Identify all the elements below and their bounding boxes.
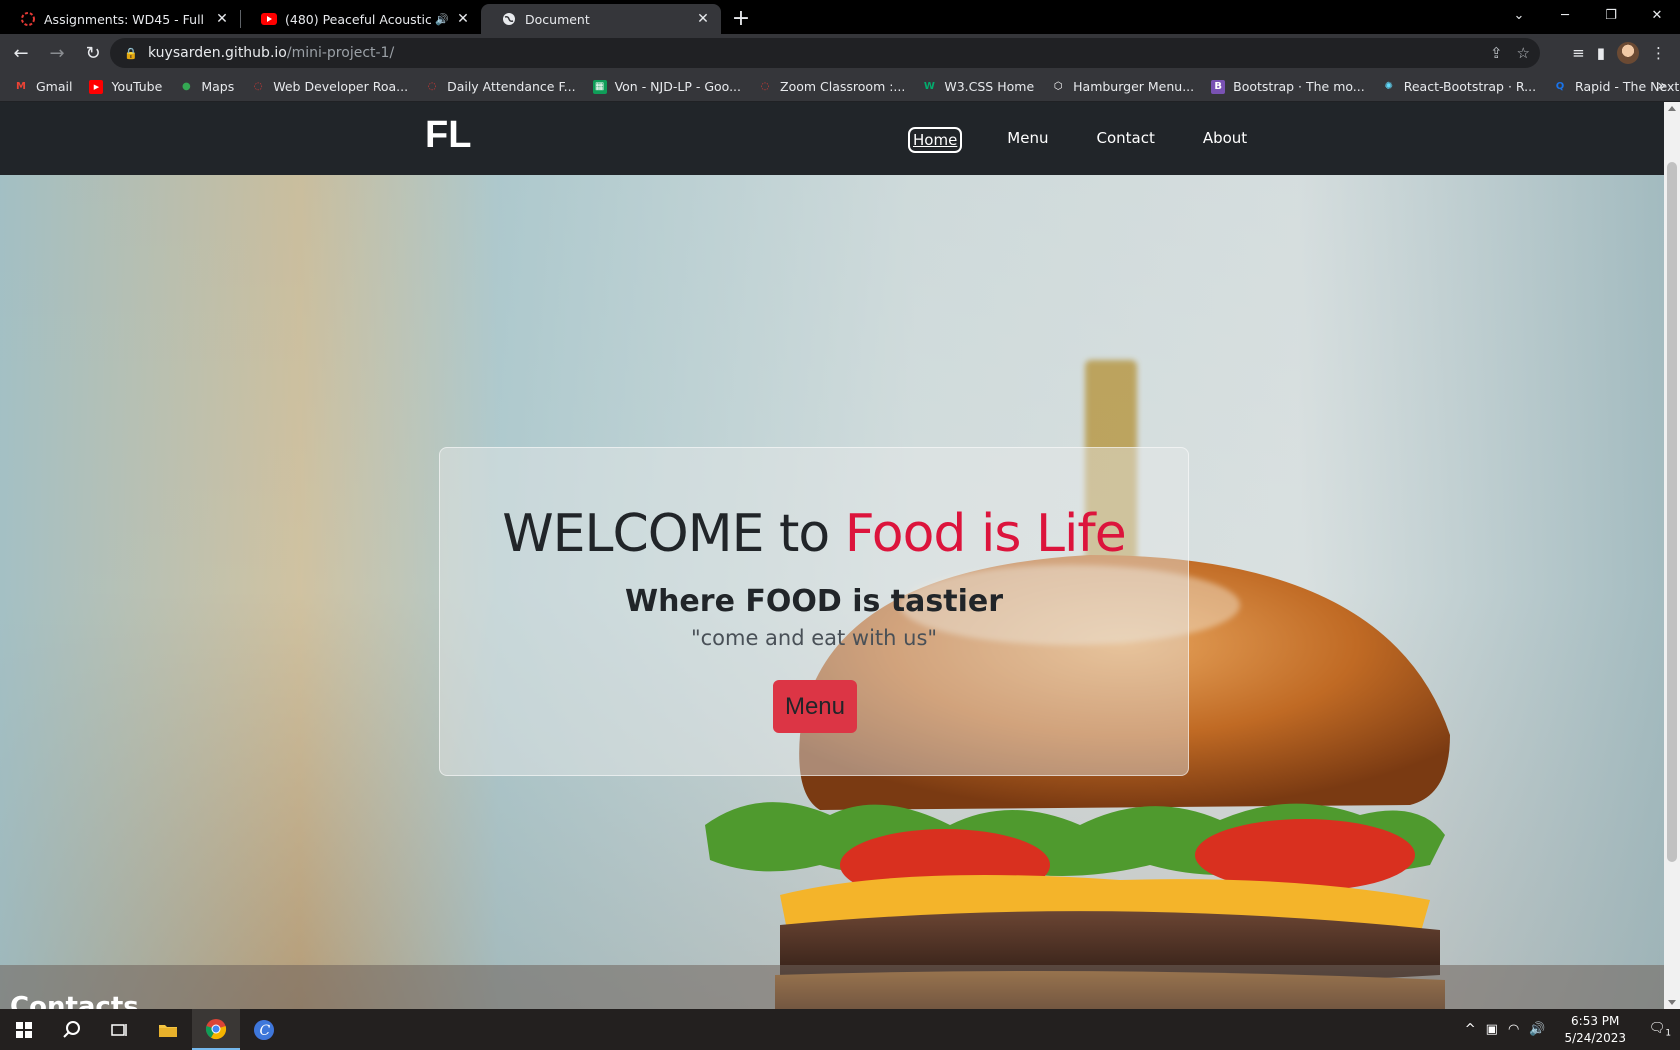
chevron-up-icon[interactable]: ^: [1465, 1022, 1476, 1037]
spinner-icon: ◌: [427, 81, 437, 92]
nav-home[interactable]: Home: [908, 127, 963, 153]
youtube-icon: [261, 11, 277, 27]
bookmark-zoom-classroom[interactable]: ◌ Zoom Classroom :...: [758, 79, 906, 94]
codepen-icon: ⬡: [1053, 81, 1063, 92]
restore-button[interactable]: ❐: [1588, 0, 1634, 30]
bookmarks-bar: M Gmail ▶ YouTube ● Maps ◌ Web Developer Roa…: [0, 72, 1680, 102]
close-icon[interactable]: ✕: [214, 11, 230, 27]
maps-icon: ●: [181, 81, 191, 92]
sheets-icon: ▦: [592, 79, 607, 94]
back-icon[interactable]: ←: [6, 38, 36, 68]
site-navbar: FL Home Menu Contact About: [0, 102, 1664, 175]
bookmark-web-developer-roadmap[interactable]: ◌ Web Developer Roa...: [251, 79, 408, 94]
spinner-icon: ◌: [253, 81, 263, 92]
close-window-button[interactable]: ✕: [1634, 0, 1680, 30]
hero-section: WELCOME to Food is Life Where FOOD is ta…: [0, 175, 1664, 1009]
tab-title: (480) Peaceful Acoustic Wor: [285, 11, 432, 27]
close-icon[interactable]: ✕: [695, 11, 711, 27]
scroll-up-icon[interactable]: [1668, 106, 1676, 111]
toolbar-right: ≡ ▮ ⋮: [1572, 34, 1680, 72]
tab-strip: Assignments: WD45 - Full Stack W ✕ (480)…: [0, 0, 1680, 34]
address-bar[interactable]: 🔒 kuysarden.github.io/mini-project-1/ ⇪ …: [110, 38, 1540, 68]
windows-taskbar: C ^ ▣ ◠ 🔊 6:53 PM 5/24/2023 🗨1: [0, 1009, 1680, 1050]
hero-subtitle: Where FOOD is tastier: [624, 584, 1004, 619]
star-icon[interactable]: ☆: [1517, 44, 1530, 62]
bookmark-bootstrap[interactable]: B Bootstrap · The mo...: [1211, 79, 1365, 94]
tab-title: Assignments: WD45 - Full Stack W: [44, 11, 208, 27]
media-control-icon[interactable]: ≡: [1572, 44, 1585, 62]
bookmark-w3css[interactable]: W W3.CSS Home: [922, 79, 1034, 94]
contacts-heading: Contacts: [10, 992, 139, 1009]
lock-icon: 🔒: [124, 46, 138, 60]
taskbar-clock[interactable]: 6:53 PM 5/24/2023: [1564, 1013, 1626, 1047]
hero-quote: "come and eat with us": [690, 626, 938, 650]
react-bootstrap-icon: ✺: [1384, 81, 1393, 92]
spinner-icon: [20, 11, 36, 27]
minimize-button[interactable]: ─: [1542, 0, 1588, 30]
canva-icon[interactable]: C: [240, 1009, 288, 1050]
scroll-down-icon[interactable]: [1668, 1000, 1676, 1005]
bookmark-gmail[interactable]: M Gmail: [14, 79, 72, 94]
bootstrap-icon: B: [1211, 79, 1226, 94]
tab-youtube[interactable]: (480) Peaceful Acoustic Wor 🔊 ✕: [241, 4, 481, 34]
chrome-icon[interactable]: [192, 1009, 240, 1050]
bookmark-hamburger-menu[interactable]: ⬡ Hamburger Menu...: [1051, 79, 1194, 94]
tab-assignments[interactable]: Assignments: WD45 - Full Stack W ✕: [0, 4, 240, 34]
welcome-heading: WELCOME to Food is Life: [502, 504, 1127, 564]
forward-icon[interactable]: →: [42, 38, 72, 68]
nav-contact[interactable]: Contact: [1093, 127, 1157, 153]
welcome-card: WELCOME to Food is Life Where FOOD is ta…: [439, 447, 1189, 776]
more-bookmarks-icon[interactable]: »: [1657, 78, 1666, 94]
page-viewport: FL Home Menu Contact About WELCOME to Fo…: [0, 102, 1680, 1009]
bookmark-react-bootstrap[interactable]: ✺ React-Bootstrap · R...: [1382, 79, 1537, 94]
new-tab-button[interactable]: +: [727, 4, 755, 32]
bookmark-youtube[interactable]: ▶ YouTube: [89, 79, 162, 94]
file-explorer-icon[interactable]: [144, 1009, 192, 1050]
close-icon[interactable]: ✕: [455, 11, 471, 27]
brand-accent-text: Food is Life: [844, 504, 1127, 564]
site-nav-links: Home Menu Contact About: [908, 127, 1292, 153]
task-view-icon[interactable]: [96, 1009, 144, 1050]
notification-center-icon[interactable]: 🗨1: [1640, 1021, 1680, 1039]
rapid-icon: Q: [1555, 81, 1565, 92]
nav-about[interactable]: About: [1200, 127, 1250, 153]
wifi-icon[interactable]: ◠: [1508, 1022, 1519, 1037]
bookmark-von-njd-lp[interactable]: ▦ Von - NJD-LP - Goo...: [592, 79, 741, 94]
url-path: /mini-project-1/: [286, 45, 395, 61]
youtube-icon: ▶: [89, 79, 104, 94]
meet-icon[interactable]: ▣: [1486, 1022, 1498, 1037]
site-brand[interactable]: FL: [425, 114, 471, 157]
tab-title: Document: [525, 11, 590, 27]
search-icon[interactable]: [48, 1009, 96, 1050]
globe-icon: [501, 11, 517, 27]
page-scrollbar[interactable]: [1664, 102, 1680, 1009]
tab-document[interactable]: Document ✕: [481, 4, 721, 34]
windows-start-icon[interactable]: [0, 1009, 48, 1050]
browser-toolbar: ← → ↻ 🔒 kuysarden.github.io/mini-project…: [0, 34, 1680, 72]
scrollbar-thumb[interactable]: [1667, 162, 1677, 862]
nav-menu[interactable]: Menu: [1004, 127, 1051, 153]
menu-button[interactable]: Menu: [773, 680, 857, 733]
w3-icon: W: [923, 81, 935, 92]
clock-date: 5/24/2023: [1564, 1030, 1626, 1045]
side-panel-icon[interactable]: ▮: [1597, 44, 1605, 62]
bookmark-maps[interactable]: ● Maps: [179, 79, 234, 94]
kebab-menu-icon[interactable]: ⋮: [1651, 44, 1666, 62]
svg-text:C: C: [260, 1023, 271, 1039]
volume-icon[interactable]: 🔊: [1529, 1022, 1545, 1037]
tab-search-icon[interactable]: ⌄: [1496, 0, 1542, 30]
reload-icon[interactable]: ↻: [78, 38, 108, 68]
system-tray: ^ ▣ ◠ 🔊 6:53 PM 5/24/2023 🗨1: [1460, 1009, 1680, 1050]
url-host: kuysarden.github.io: [148, 45, 287, 61]
omnibox-actions: ⇪ ☆: [1490, 38, 1530, 68]
share-icon[interactable]: ⇪: [1490, 44, 1503, 62]
avatar[interactable]: [1617, 42, 1639, 64]
gmail-icon: M: [16, 81, 26, 92]
speaker-icon[interactable]: 🔊: [435, 13, 449, 26]
bookmark-daily-attendance[interactable]: ◌ Daily Attendance F...: [425, 79, 576, 94]
spinner-icon: ◌: [760, 81, 770, 92]
notification-count: 1: [1665, 1028, 1672, 1039]
window-controls: ⌄ ─ ❐ ✕: [1496, 0, 1680, 30]
clock-time: 6:53 PM: [1571, 1013, 1620, 1028]
